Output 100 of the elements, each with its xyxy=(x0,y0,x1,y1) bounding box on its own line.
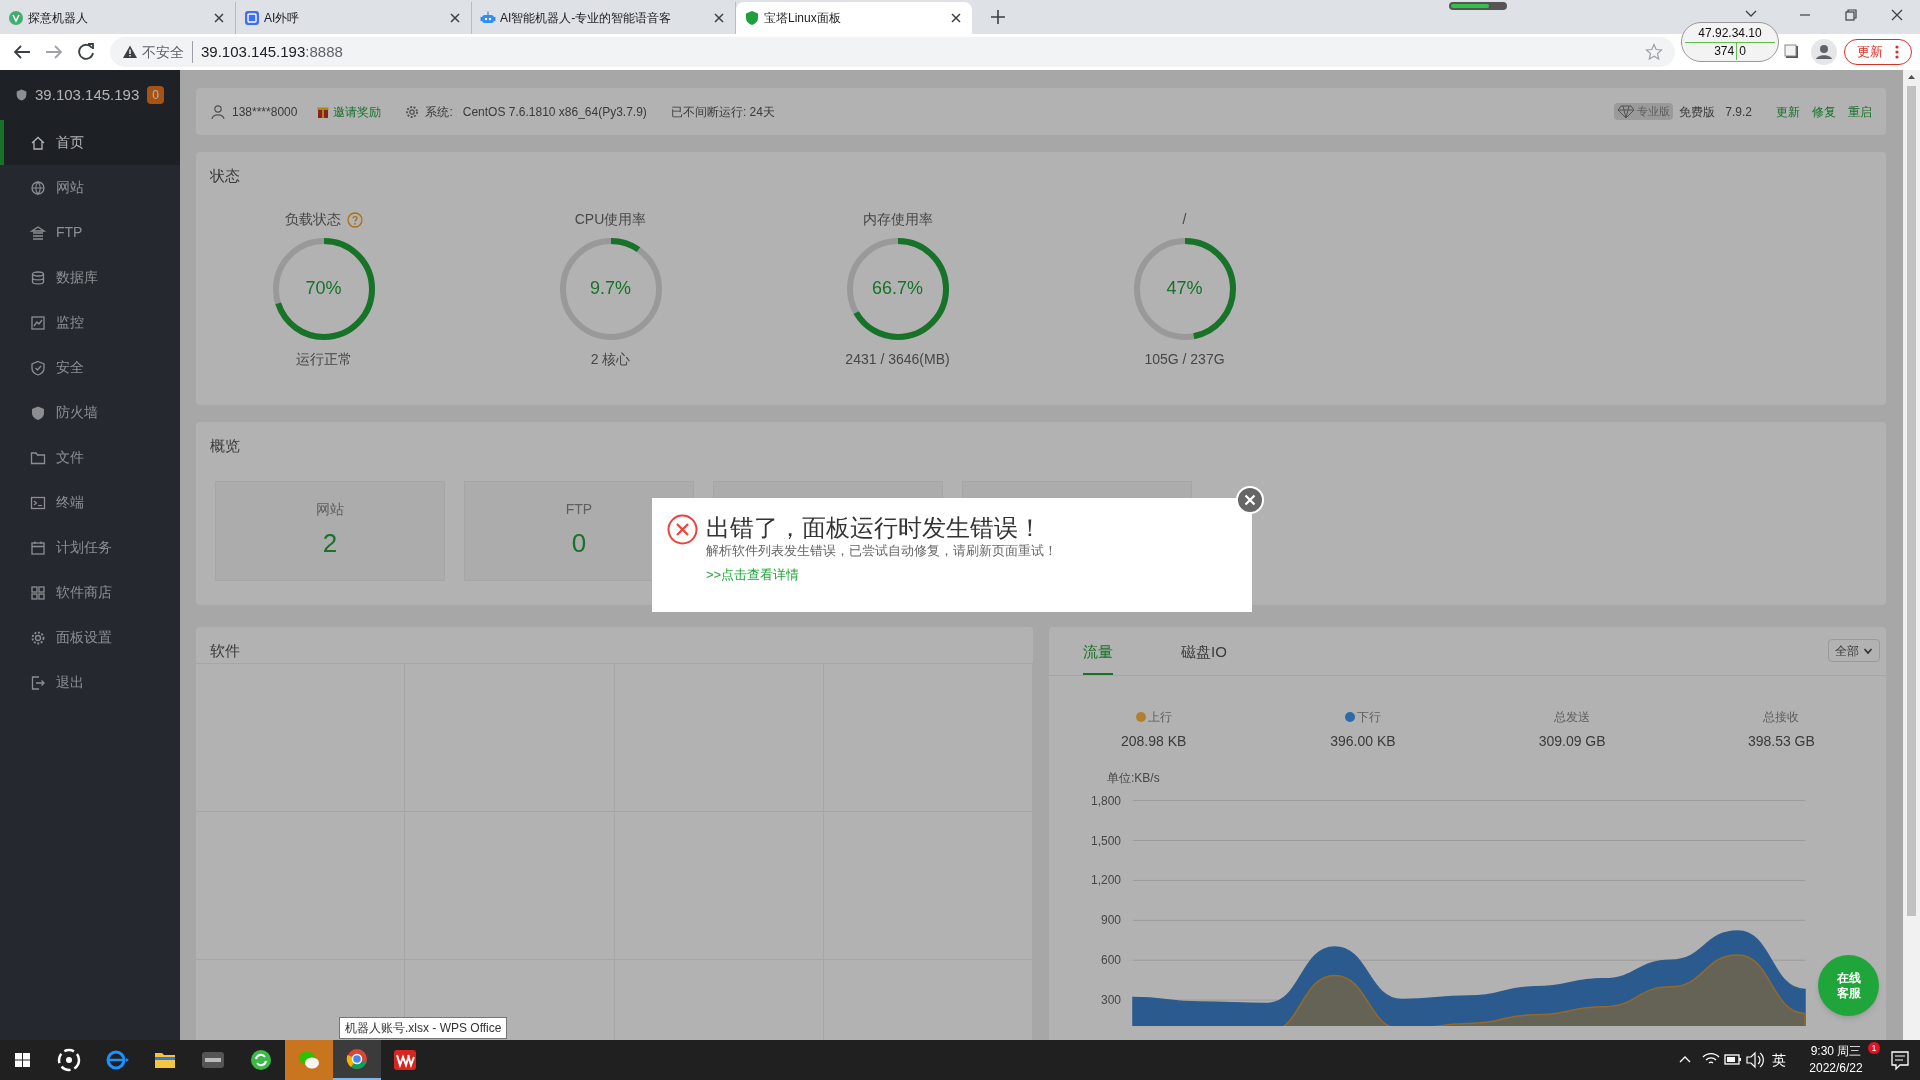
sidebar-item[interactable]: 终端 xyxy=(0,480,180,525)
stat-value: 2 xyxy=(322,526,338,560)
chart-tab[interactable]: 磁盘IO xyxy=(1181,640,1227,675)
gauge-value: 9.7% xyxy=(589,277,632,300)
settings-icon xyxy=(405,104,420,119)
axis-label: 1,800 xyxy=(1090,793,1121,808)
chrome-icon xyxy=(345,1047,369,1071)
gauge-caption: 2 核心 xyxy=(590,349,631,369)
sync-icon xyxy=(249,1048,273,1072)
update-button[interactable]: 更新 xyxy=(1844,39,1912,65)
url-text[interactable]: 39.103.145.193:8888 xyxy=(192,40,343,64)
chart-icon xyxy=(30,314,46,331)
axis-label: 300 xyxy=(1100,993,1121,1008)
stat-label: 上行 xyxy=(1147,709,1172,726)
filter-select[interactable]: 全部 xyxy=(1828,639,1880,662)
gauge-caption: 2431 / 3646(MB) xyxy=(845,349,950,369)
robot-icon xyxy=(480,10,496,26)
browser-tab[interactable]: 宝塔Linux面板 xyxy=(736,2,972,34)
sidebar-item[interactable]: 首页 xyxy=(0,120,180,165)
tooltip: 机器人账号.xlsx - WPS Office xyxy=(339,1017,508,1039)
more-icon xyxy=(1895,45,1899,59)
grid-icon xyxy=(30,584,46,601)
scroll-thumb[interactable] xyxy=(1907,86,1916,916)
office-icon xyxy=(393,1048,417,1072)
security-label[interactable]: 不安全 xyxy=(142,41,184,63)
section-title: 概览 xyxy=(209,436,241,456)
sidebar-item[interactable]: FTP xyxy=(0,210,180,255)
axis-label: 1,200 xyxy=(1090,873,1121,888)
stat-value: 0 xyxy=(571,526,587,560)
sidebar-item[interactable]: 数据库 xyxy=(0,255,180,300)
warning-icon[interactable] xyxy=(122,44,138,60)
input-method[interactable]: 英 xyxy=(1772,1049,1786,1071)
pinwheel-icon xyxy=(57,1048,81,1072)
database-icon xyxy=(30,269,46,286)
folder-icon xyxy=(30,449,46,466)
count-text: 0 xyxy=(1738,43,1746,60)
browser-icon xyxy=(105,1048,129,1072)
sidebar-item[interactable]: 网站 xyxy=(0,165,180,210)
sidebar-item[interactable]: 退出 xyxy=(0,660,180,705)
sidebar-item[interactable]: 防火墙 xyxy=(0,390,180,435)
profile-icon[interactable] xyxy=(1810,38,1838,66)
gauge-title: CPU使用率 xyxy=(574,210,647,229)
notification-badge: 1 xyxy=(1868,1042,1880,1054)
shield-icon xyxy=(744,10,760,26)
shield-icon xyxy=(30,359,46,376)
gauge-value: 47% xyxy=(1165,277,1204,300)
gauge-value: 70% xyxy=(304,277,343,300)
version-text: 7.9.2 xyxy=(1725,103,1752,121)
logout-icon xyxy=(30,674,46,691)
gauge-title: 内存使用率 xyxy=(862,210,933,229)
shield-icon xyxy=(16,86,28,104)
address-bar[interactable]: 不安全 39.103.145.193:8888 xyxy=(110,37,1675,67)
taskbar-app[interactable] xyxy=(333,1040,381,1080)
stat-label: 网站 xyxy=(316,499,344,519)
stat-value: 309.09 GB xyxy=(1538,732,1606,751)
sidebar-item[interactable]: 文件 xyxy=(0,435,180,480)
circle-icon xyxy=(8,10,24,26)
details-link[interactable]: >>点击查看详情 xyxy=(706,565,800,585)
stat-label: 总接收 xyxy=(1763,709,1800,726)
gauge-caption: 运行正常 xyxy=(295,349,352,369)
clock-time[interactable]: 9:30 周三 xyxy=(1810,1043,1862,1060)
globe-icon xyxy=(30,179,46,196)
header-link[interactable]: 重启 xyxy=(1848,102,1872,121)
header-link[interactable]: 修复 xyxy=(1812,102,1836,121)
invite-link[interactable]: 邀请奖励 xyxy=(333,102,382,121)
sidebar-item[interactable]: 面板设置 xyxy=(0,615,180,660)
stat-value: 208.98 KB xyxy=(1120,732,1187,751)
header-link[interactable]: 更新 xyxy=(1776,102,1800,121)
stat-card[interactable]: 网站 2 xyxy=(215,480,445,581)
settings-icon xyxy=(30,629,46,646)
axis-title: 单位:KB/s xyxy=(1107,771,1160,785)
sidebar-item[interactable]: 监控 xyxy=(0,300,180,345)
server-icon xyxy=(30,224,46,241)
sidebar-item[interactable]: 安全 xyxy=(0,345,180,390)
sidebar-item[interactable]: 软件商店 xyxy=(0,570,180,615)
error-icon xyxy=(667,514,698,545)
gauge-value: 66.7% xyxy=(870,277,924,300)
stat-value: 398.53 GB xyxy=(1747,732,1815,751)
section-title: 软件 xyxy=(209,641,241,661)
shield-icon xyxy=(30,404,46,421)
terminal-icon xyxy=(30,494,46,511)
section-title: 状态 xyxy=(209,166,241,186)
scrollbar[interactable] xyxy=(1903,70,1920,1040)
chart-tab[interactable]: 流量 xyxy=(1083,640,1113,675)
stat-label: 总发送 xyxy=(1554,709,1591,726)
stat-label: 下行 xyxy=(1356,709,1381,726)
sidebar-item[interactable]: 计划任务 xyxy=(0,525,180,570)
clock-date[interactable]: 2022/6/22 xyxy=(1809,1060,1863,1077)
ip-text: 47.92.34.10 xyxy=(1698,25,1762,42)
user-account[interactable]: 138****8000 xyxy=(232,102,298,121)
diamond-icon xyxy=(1617,104,1636,119)
user-icon[interactable] xyxy=(210,103,226,120)
system-info: CentOS 7.6.1810 x86_64(Py3.7.9) xyxy=(462,103,647,121)
gauge-title: / xyxy=(1182,210,1187,229)
count-text: 374 xyxy=(1714,43,1738,60)
gauge-caption: 105G / 237G xyxy=(1144,349,1225,369)
axis-label: 600 xyxy=(1100,953,1121,968)
star-icon[interactable] xyxy=(1645,43,1663,61)
stat-value: 396.00 KB xyxy=(1330,732,1396,751)
stat-label: FTP xyxy=(565,499,593,519)
